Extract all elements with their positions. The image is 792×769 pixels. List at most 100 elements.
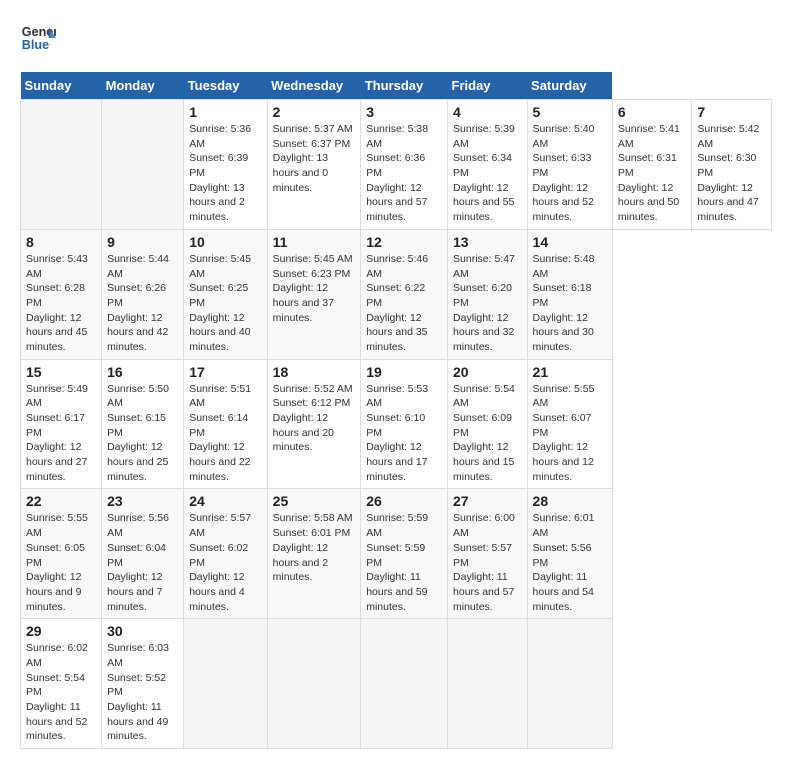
calendar-body: 1 Sunrise: 5:36 AMSunset: 6:39 PMDayligh… bbox=[21, 100, 772, 749]
day-number: 2 bbox=[273, 104, 356, 120]
weekday-header-row: SundayMondayTuesdayWednesdayThursdayFrid… bbox=[21, 72, 772, 100]
calendar-cell: 7 Sunrise: 5:42 AMSunset: 6:30 PMDayligh… bbox=[692, 100, 772, 230]
day-detail: Sunrise: 5:58 AMSunset: 6:01 PMDaylight:… bbox=[273, 512, 353, 583]
day-number: 29 bbox=[26, 623, 96, 639]
calendar-cell: 17 Sunrise: 5:51 AMSunset: 6:14 PMDaylig… bbox=[184, 359, 267, 489]
calendar-cell: 29 Sunrise: 6:02 AMSunset: 5:54 PMDaylig… bbox=[21, 619, 102, 749]
calendar-cell: 2 Sunrise: 5:37 AMSunset: 6:37 PMDayligh… bbox=[267, 100, 361, 230]
day-detail: Sunrise: 5:40 AMSunset: 6:33 PMDaylight:… bbox=[533, 123, 595, 223]
page-header: General Blue bbox=[20, 20, 772, 56]
calendar-cell bbox=[361, 619, 448, 749]
day-number: 6 bbox=[618, 104, 687, 120]
calendar-cell: 30 Sunrise: 6:03 AMSunset: 5:52 PMDaylig… bbox=[102, 619, 184, 749]
day-number: 28 bbox=[533, 493, 607, 509]
calendar-cell bbox=[527, 619, 612, 749]
calendar-cell: 26 Sunrise: 5:59 AMSunset: 5:59 PMDaylig… bbox=[361, 489, 448, 619]
day-number: 4 bbox=[453, 104, 522, 120]
day-number: 19 bbox=[366, 364, 442, 380]
day-number: 8 bbox=[26, 234, 96, 250]
calendar-cell: 4 Sunrise: 5:39 AMSunset: 6:34 PMDayligh… bbox=[448, 100, 528, 230]
day-number: 14 bbox=[533, 234, 607, 250]
weekday-friday: Friday bbox=[448, 72, 528, 100]
day-detail: Sunrise: 5:46 AMSunset: 6:22 PMDaylight:… bbox=[366, 253, 428, 353]
day-detail: Sunrise: 5:53 AMSunset: 6:10 PMDaylight:… bbox=[366, 383, 428, 483]
day-detail: Sunrise: 5:45 AMSunset: 6:25 PMDaylight:… bbox=[189, 253, 251, 353]
calendar-header: SundayMondayTuesdayWednesdayThursdayFrid… bbox=[21, 72, 772, 100]
calendar-cell: 11 Sunrise: 5:45 AMSunset: 6:23 PMDaylig… bbox=[267, 229, 361, 359]
calendar-cell: 21 Sunrise: 5:55 AMSunset: 6:07 PMDaylig… bbox=[527, 359, 612, 489]
day-detail: Sunrise: 6:00 AMSunset: 5:57 PMDaylight:… bbox=[453, 512, 515, 612]
calendar-cell bbox=[184, 619, 267, 749]
calendar-week-4: 22 Sunrise: 5:55 AMSunset: 6:05 PMDaylig… bbox=[21, 489, 772, 619]
day-number: 21 bbox=[533, 364, 607, 380]
day-detail: Sunrise: 5:49 AMSunset: 6:17 PMDaylight:… bbox=[26, 383, 88, 483]
day-number: 23 bbox=[107, 493, 178, 509]
day-detail: Sunrise: 6:03 AMSunset: 5:52 PMDaylight:… bbox=[107, 642, 169, 742]
day-number: 7 bbox=[697, 104, 766, 120]
weekday-wednesday: Wednesday bbox=[267, 72, 361, 100]
calendar-week-5: 29 Sunrise: 6:02 AMSunset: 5:54 PMDaylig… bbox=[21, 619, 772, 749]
calendar-week-2: 8 Sunrise: 5:43 AMSunset: 6:28 PMDayligh… bbox=[21, 229, 772, 359]
calendar-table: SundayMondayTuesdayWednesdayThursdayFrid… bbox=[20, 72, 772, 749]
day-number: 26 bbox=[366, 493, 442, 509]
day-number: 17 bbox=[189, 364, 261, 380]
day-detail: Sunrise: 5:43 AMSunset: 6:28 PMDaylight:… bbox=[26, 253, 88, 353]
day-detail: Sunrise: 5:36 AMSunset: 6:39 PMDaylight:… bbox=[189, 123, 251, 223]
day-detail: Sunrise: 5:42 AMSunset: 6:30 PMDaylight:… bbox=[697, 123, 759, 223]
day-detail: Sunrise: 5:38 AMSunset: 6:36 PMDaylight:… bbox=[366, 123, 428, 223]
calendar-cell: 23 Sunrise: 5:56 AMSunset: 6:04 PMDaylig… bbox=[102, 489, 184, 619]
day-detail: Sunrise: 5:54 AMSunset: 6:09 PMDaylight:… bbox=[453, 383, 515, 483]
day-detail: Sunrise: 5:59 AMSunset: 5:59 PMDaylight:… bbox=[366, 512, 428, 612]
day-number: 13 bbox=[453, 234, 522, 250]
day-detail: Sunrise: 5:51 AMSunset: 6:14 PMDaylight:… bbox=[189, 383, 251, 483]
day-number: 22 bbox=[26, 493, 96, 509]
day-number: 15 bbox=[26, 364, 96, 380]
calendar-cell: 22 Sunrise: 5:55 AMSunset: 6:05 PMDaylig… bbox=[21, 489, 102, 619]
calendar-cell: 18 Sunrise: 5:52 AMSunset: 6:12 PMDaylig… bbox=[267, 359, 361, 489]
calendar-cell bbox=[448, 619, 528, 749]
weekday-sunday: Sunday bbox=[21, 72, 102, 100]
calendar-cell: 5 Sunrise: 5:40 AMSunset: 6:33 PMDayligh… bbox=[527, 100, 612, 230]
calendar-week-1: 1 Sunrise: 5:36 AMSunset: 6:39 PMDayligh… bbox=[21, 100, 772, 230]
calendar-cell: 24 Sunrise: 5:57 AMSunset: 6:02 PMDaylig… bbox=[184, 489, 267, 619]
weekday-tuesday: Tuesday bbox=[184, 72, 267, 100]
calendar-cell: 3 Sunrise: 5:38 AMSunset: 6:36 PMDayligh… bbox=[361, 100, 448, 230]
day-detail: Sunrise: 6:02 AMSunset: 5:54 PMDaylight:… bbox=[26, 642, 88, 742]
day-number: 27 bbox=[453, 493, 522, 509]
day-number: 25 bbox=[273, 493, 356, 509]
day-detail: Sunrise: 5:41 AMSunset: 6:31 PMDaylight:… bbox=[618, 123, 680, 223]
calendar-cell bbox=[267, 619, 361, 749]
day-detail: Sunrise: 5:44 AMSunset: 6:26 PMDaylight:… bbox=[107, 253, 169, 353]
day-detail: Sunrise: 5:55 AMSunset: 6:05 PMDaylight:… bbox=[26, 512, 88, 612]
day-detail: Sunrise: 5:50 AMSunset: 6:15 PMDaylight:… bbox=[107, 383, 169, 483]
logo-icon: General Blue bbox=[20, 20, 56, 56]
calendar-cell: 1 Sunrise: 5:36 AMSunset: 6:39 PMDayligh… bbox=[184, 100, 267, 230]
day-number: 24 bbox=[189, 493, 261, 509]
day-number: 11 bbox=[273, 234, 356, 250]
logo: General Blue bbox=[20, 20, 56, 56]
day-detail: Sunrise: 6:01 AMSunset: 5:56 PMDaylight:… bbox=[533, 512, 595, 612]
day-detail: Sunrise: 5:57 AMSunset: 6:02 PMDaylight:… bbox=[189, 512, 251, 612]
calendar-cell: 9 Sunrise: 5:44 AMSunset: 6:26 PMDayligh… bbox=[102, 229, 184, 359]
calendar-cell: 13 Sunrise: 5:47 AMSunset: 6:20 PMDaylig… bbox=[448, 229, 528, 359]
calendar-cell: 6 Sunrise: 5:41 AMSunset: 6:31 PMDayligh… bbox=[612, 100, 692, 230]
calendar-cell: 12 Sunrise: 5:46 AMSunset: 6:22 PMDaylig… bbox=[361, 229, 448, 359]
calendar-cell bbox=[21, 100, 102, 230]
day-detail: Sunrise: 5:56 AMSunset: 6:04 PMDaylight:… bbox=[107, 512, 169, 612]
day-number: 9 bbox=[107, 234, 178, 250]
calendar-cell: 25 Sunrise: 5:58 AMSunset: 6:01 PMDaylig… bbox=[267, 489, 361, 619]
day-detail: Sunrise: 5:37 AMSunset: 6:37 PMDaylight:… bbox=[273, 123, 353, 194]
calendar-cell: 16 Sunrise: 5:50 AMSunset: 6:15 PMDaylig… bbox=[102, 359, 184, 489]
calendar-cell: 20 Sunrise: 5:54 AMSunset: 6:09 PMDaylig… bbox=[448, 359, 528, 489]
weekday-thursday: Thursday bbox=[361, 72, 448, 100]
day-detail: Sunrise: 5:48 AMSunset: 6:18 PMDaylight:… bbox=[533, 253, 595, 353]
day-number: 5 bbox=[533, 104, 607, 120]
calendar-cell: 19 Sunrise: 5:53 AMSunset: 6:10 PMDaylig… bbox=[361, 359, 448, 489]
day-number: 18 bbox=[273, 364, 356, 380]
day-detail: Sunrise: 5:47 AMSunset: 6:20 PMDaylight:… bbox=[453, 253, 515, 353]
calendar-cell: 14 Sunrise: 5:48 AMSunset: 6:18 PMDaylig… bbox=[527, 229, 612, 359]
day-detail: Sunrise: 5:39 AMSunset: 6:34 PMDaylight:… bbox=[453, 123, 515, 223]
day-number: 30 bbox=[107, 623, 178, 639]
day-number: 20 bbox=[453, 364, 522, 380]
calendar-cell: 15 Sunrise: 5:49 AMSunset: 6:17 PMDaylig… bbox=[21, 359, 102, 489]
